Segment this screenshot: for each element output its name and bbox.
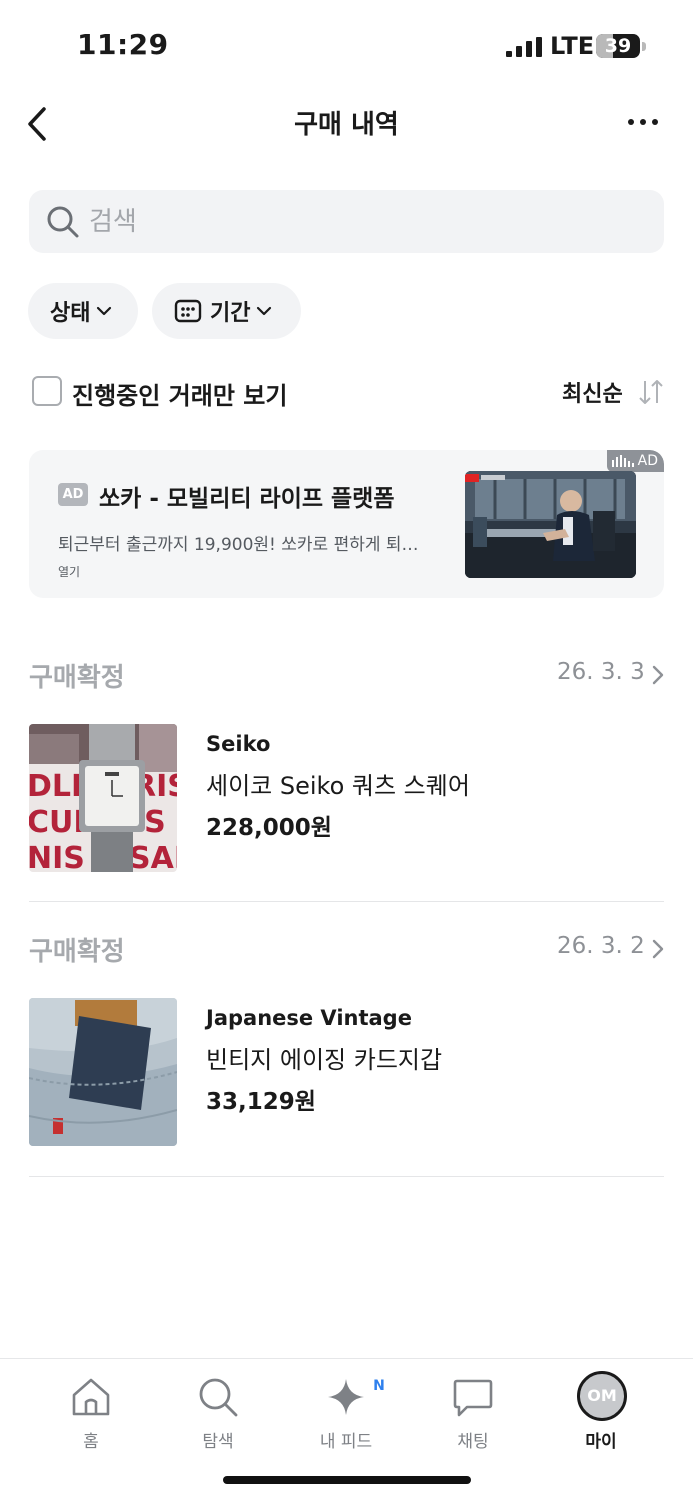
product-name: 빈티지 에이징 카드지갑	[206, 1046, 443, 1074]
chevron-down-icon	[257, 306, 272, 316]
ad-title: 쏘카 - 모빌리티 라이프 플랫폼	[99, 486, 395, 512]
period-filter-label: 기간	[210, 301, 251, 326]
product-thumbnail[interactable]	[29, 998, 177, 1146]
product-thumbnail[interactable]: DLI RIS CUM IS N NIS SAR	[29, 724, 177, 872]
in-progress-label[interactable]: 진행중인 거래만 보기	[72, 376, 287, 411]
ad-open-link[interactable]: 열기	[58, 563, 80, 580]
period-filter-chip[interactable]: 기간	[152, 283, 301, 339]
ad-description: 퇴근부터 출근까지 19,900원! 쏘카로 편하게 퇴…	[58, 535, 419, 555]
nav-header: 구매 내역	[0, 90, 693, 156]
svg-text:SAR: SAR	[129, 841, 177, 872]
status-time: 11:29	[77, 28, 169, 61]
product-price: 33,129원	[206, 1089, 316, 1115]
ad-badge: AD	[58, 483, 88, 506]
search-input[interactable]	[89, 190, 649, 253]
product-row[interactable]: DLI RIS CUM IS N NIS SAR Seiko 세이코 Seiko…	[0, 724, 693, 874]
product-row[interactable]: Japanese Vintage 빈티지 에이징 카드지갑 33,129원	[0, 998, 693, 1148]
battery-nub	[642, 42, 646, 51]
more-horizontal-icon[interactable]	[622, 110, 664, 134]
ad-corner-label: AD	[607, 450, 664, 472]
audio-wave-icon	[611, 455, 634, 467]
tab-explore[interactable]: 탐색	[158, 1359, 278, 1459]
sparkle-icon	[328, 1379, 364, 1415]
ad-corner-text: AD	[637, 453, 658, 469]
signal-icon	[506, 37, 542, 57]
svg-text:NIS: NIS	[29, 841, 85, 872]
status-bar: 11:29 LTE 39	[0, 0, 693, 90]
tab-home[interactable]: 홈	[31, 1359, 151, 1459]
order-status: 구매확정	[29, 663, 125, 693]
sort-label[interactable]: 최신순	[562, 376, 623, 408]
divider	[29, 901, 664, 902]
order-header[interactable]: 구매확정 26. 3. 3	[0, 657, 693, 697]
tab-chat-label: 채팅	[457, 1432, 489, 1452]
calendar-icon	[174, 299, 202, 323]
product-brand: Japanese Vintage	[206, 1006, 412, 1030]
order-status: 구매확정	[29, 937, 125, 967]
chevron-down-icon	[97, 306, 112, 316]
product-price: 228,000원	[206, 815, 332, 841]
search-icon	[47, 206, 79, 238]
divider	[29, 1176, 664, 1177]
chevron-right-icon[interactable]	[652, 665, 664, 685]
battery-icon: 39	[596, 34, 640, 58]
wallet-photo	[29, 998, 177, 1146]
order-date: 26. 3. 2	[557, 933, 645, 959]
tab-chat[interactable]: 채팅	[413, 1359, 533, 1459]
network-type: LTE	[550, 32, 595, 60]
product-brand: Seiko	[206, 732, 271, 756]
status-filter-label: 상태	[50, 301, 91, 326]
new-badge: N	[368, 1375, 390, 1397]
chat-icon	[453, 1379, 493, 1417]
order-header[interactable]: 구매확정 26. 3. 2	[0, 931, 693, 971]
tab-my[interactable]: OM 마이	[541, 1359, 661, 1459]
ad-card[interactable]: AD AD 쏘카 - 모빌리티 라이프 플랫폼 퇴근부터 출근까지 19,900…	[29, 450, 664, 598]
home-indicator	[223, 1476, 471, 1484]
sort-icon[interactable]	[638, 378, 664, 406]
page-title: 구매 내역	[294, 110, 399, 140]
filter-row: 진행중인 거래만 보기 최신순	[0, 370, 693, 414]
order-date: 26. 3. 3	[557, 659, 645, 685]
tab-home-label: 홈	[83, 1432, 99, 1452]
status-filter-chip[interactable]: 상태	[28, 283, 138, 339]
tab-my-feed[interactable]: N 내 피드	[286, 1359, 406, 1459]
ad-video-thumbnail[interactable]	[465, 471, 636, 578]
search-icon	[199, 1378, 238, 1417]
ad-thumbnail-art	[465, 471, 636, 578]
new-badge-text: N	[373, 1378, 385, 1394]
battery-percent: 39	[604, 35, 632, 57]
tab-my-label: 마이	[585, 1432, 617, 1452]
search-box[interactable]	[29, 190, 664, 253]
svg-text:DLI: DLI	[29, 769, 82, 804]
tab-my-feed-label: 내 피드	[319, 1432, 373, 1452]
watch-photo: DLI RIS CUM IS N NIS SAR	[29, 724, 177, 872]
avatar: OM	[577, 1371, 627, 1421]
product-name: 세이코 Seiko 쿼츠 스퀘어	[206, 772, 470, 800]
tab-explore-label: 탐색	[202, 1432, 234, 1452]
home-icon	[72, 1378, 110, 1416]
chevron-right-icon[interactable]	[652, 939, 664, 959]
in-progress-checkbox[interactable]	[32, 376, 62, 406]
